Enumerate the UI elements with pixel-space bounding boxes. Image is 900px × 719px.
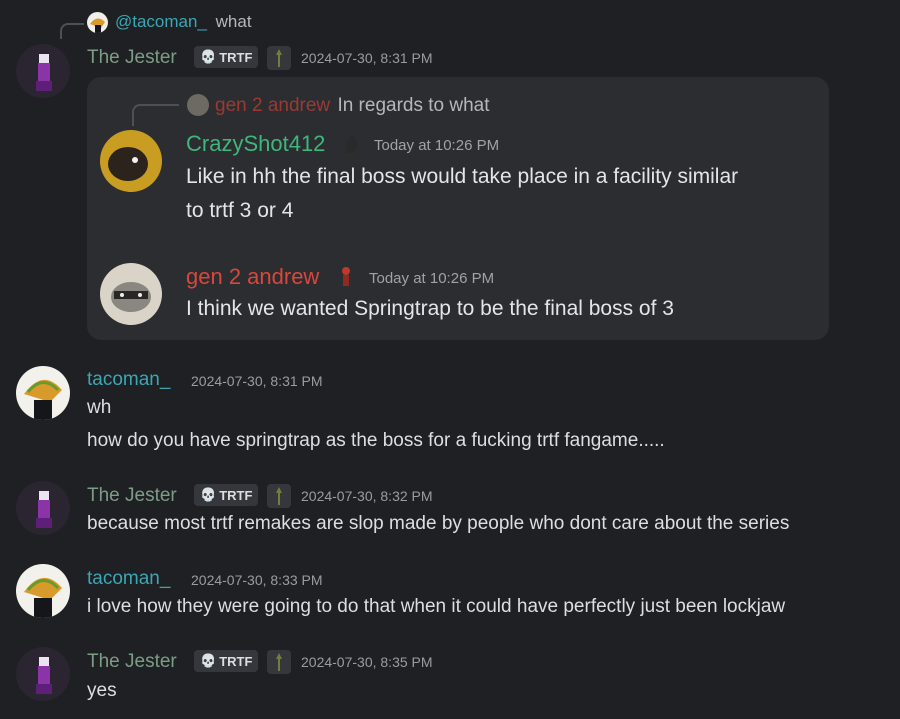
role-badge: 💀 TRTF — [194, 46, 259, 68]
message-text: yes — [87, 680, 117, 701]
message-text: wh — [87, 397, 112, 418]
skull-icon: 💀 — [200, 653, 217, 668]
embed-line: to trtf 3 or 4 — [186, 199, 294, 222]
reply-text: what — [215, 12, 252, 31]
reply-avatar-tacoman[interactable] — [87, 12, 108, 33]
message-text: because most trtf remakes are slop made … — [87, 513, 790, 534]
author-name[interactable]: tacoman_ — [87, 568, 170, 590]
author-name[interactable]: The Jester — [87, 47, 177, 69]
skull-icon: 💀 — [200, 49, 217, 64]
skull-icon: 💀 — [200, 487, 217, 502]
role-badge: 💀 TRTF — [194, 650, 259, 672]
avatar-the-jester[interactable] — [16, 647, 70, 701]
hand-icon — [267, 484, 291, 508]
embed-line: Like in hh the final boss would take pla… — [186, 165, 739, 188]
avatar-tacoman[interactable] — [16, 366, 70, 420]
embed-reply-connector — [132, 104, 179, 126]
embed-timestamp: Today at 10:26 PM — [369, 270, 495, 287]
reply-connector — [60, 23, 84, 39]
embed-author-gen-2-andrew: gen 2 andrew — [186, 264, 320, 289]
author-name[interactable]: tacoman_ — [87, 369, 170, 391]
message-timestamp[interactable]: 2024-07-30, 8:35 PM — [301, 654, 433, 670]
message-timestamp[interactable]: 2024-07-30, 8:32 PM — [301, 488, 433, 504]
embed-reply-text: In regards to what — [337, 95, 490, 116]
embed-timestamp: Today at 10:26 PM — [374, 137, 500, 154]
avatar-the-jester[interactable] — [16, 481, 70, 535]
message-timestamp[interactable]: 2024-07-30, 8:31 PM — [301, 50, 433, 66]
message-text: i love how they were going to do that wh… — [87, 596, 786, 617]
avatar-the-jester[interactable] — [16, 44, 70, 98]
message-timestamp[interactable]: 2024-07-30, 8:31 PM — [191, 373, 323, 389]
author-name[interactable]: The Jester — [87, 485, 177, 507]
embed-author-crazyshot412: CrazyShot412 — [186, 131, 326, 156]
role-badge: 💀 TRTF — [194, 484, 259, 506]
message-timestamp[interactable]: 2024-07-30, 8:33 PM — [191, 572, 323, 588]
top-reply[interactable]: @tacoman_ what — [115, 12, 252, 32]
embed-reply-author: gen 2 andrew — [215, 95, 331, 116]
embed-avatar-crazyshot412 — [100, 130, 162, 192]
message-text: how do you have springtrap as the boss f… — [87, 430, 665, 451]
figure-icon — [337, 266, 355, 288]
embed-reply-avatar — [187, 94, 209, 116]
hand-icon — [267, 46, 291, 70]
embed-avatar-gen-2-andrew — [100, 263, 162, 325]
hand-icon — [267, 650, 291, 674]
embed-line: I think we wanted Springtrap to be the f… — [186, 297, 674, 320]
author-name[interactable]: The Jester — [87, 651, 177, 673]
embed-reply: gen 2 andrew In regards to what — [215, 95, 490, 117]
reply-mention[interactable]: @tacoman_ — [115, 12, 207, 31]
screenshot-embed[interactable]: gen 2 andrew In regards to what CrazySho… — [87, 77, 829, 340]
creature-icon — [342, 133, 360, 155]
avatar-tacoman[interactable] — [16, 564, 70, 618]
